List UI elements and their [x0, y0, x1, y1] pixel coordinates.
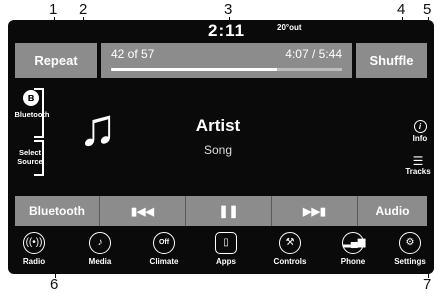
nav-media[interactable]: ♪ Media [70, 232, 130, 266]
info-icon: i [413, 120, 427, 133]
callout-4: 4 [397, 1, 406, 18]
nav-settings[interactable]: ⚙ Settings [380, 232, 434, 266]
song-title: Song [203, 143, 233, 157]
settings-icon: ⚙ [399, 232, 421, 254]
callout-1: 1 [49, 1, 58, 18]
nav-apps-label: Apps [216, 257, 236, 266]
outside-temperature: 20°out [277, 23, 302, 32]
transport-bar: Bluetooth ▮◀◀ ❚❚ ▶▶▮ Audio [15, 196, 427, 226]
clock: 2:11 [208, 21, 246, 40]
info-label: Info [412, 134, 428, 143]
nav-controls[interactable]: ⚒ Controls [260, 232, 320, 266]
callout-6: 6 [50, 276, 59, 293]
media-icon: ♪ [89, 232, 111, 254]
track-time: 4:07 / 5:44 [285, 47, 342, 61]
audio-label: Audio [375, 204, 410, 218]
callout-3: 3 [224, 1, 233, 18]
pause-button[interactable]: ❚❚ [186, 196, 272, 226]
tracks-button[interactable]: ☰ Tracks [403, 155, 433, 176]
shuffle-button[interactable]: Shuffle [356, 43, 427, 78]
climate-icon: Off [153, 232, 175, 254]
callout-5: 5 [423, 1, 432, 18]
infotainment-screen: 2:11 20°out Repeat 42 of 57 4:07 / 5:44 … [8, 20, 434, 274]
nav-radio[interactable]: ((•)) Radio [8, 232, 64, 266]
previous-icon: ▮◀◀ [131, 205, 154, 218]
track-progress-area[interactable]: 42 of 57 4:07 / 5:44 [101, 43, 352, 78]
controls-icon: ⚒ [279, 232, 301, 254]
previous-track-button[interactable]: ▮◀◀ [100, 196, 186, 226]
progress-bar[interactable] [111, 68, 342, 71]
bluetooth-audio-label: Bluetooth [29, 204, 85, 218]
info-button[interactable]: i Info [406, 120, 434, 143]
select-source-bracket [34, 140, 44, 176]
artist-name: Artist [195, 116, 241, 135]
audio-button[interactable]: Audio [358, 196, 427, 226]
bottom-nav: ((•)) Radio ♪ Media Off Climate ▯ Apps ⚒… [8, 232, 434, 274]
nav-radio-label: Radio [22, 257, 46, 266]
bluetooth-source-label[interactable]: Bluetooth [14, 110, 50, 119]
pause-icon: ❚❚ [218, 204, 239, 218]
music-note-icon: ♫ [78, 99, 117, 157]
repeat-label: Repeat [34, 53, 78, 68]
nav-settings-label: Settings [394, 257, 426, 266]
source-bracket [34, 88, 44, 138]
track-position: 42 of 57 [111, 47, 155, 61]
progress-bar-fill [111, 68, 278, 71]
nav-climate-label: Climate [149, 257, 179, 266]
apps-icon: ▯ [215, 232, 237, 254]
tracks-list-icon: ☰ [412, 154, 424, 168]
callout-2: 2 [79, 1, 88, 18]
nav-phone[interactable]: ▂▄▆ Phone [323, 232, 383, 266]
repeat-button[interactable]: Repeat [15, 43, 97, 78]
nav-apps[interactable]: ▯ Apps [196, 232, 256, 266]
nav-climate[interactable]: Off Climate [134, 232, 194, 266]
bluetooth-audio-button[interactable]: Bluetooth [15, 196, 100, 226]
callout-7: 7 [423, 276, 432, 293]
radio-icon: ((•)) [23, 232, 45, 254]
next-track-button[interactable]: ▶▶▮ [272, 196, 358, 226]
next-icon: ▶▶▮ [303, 205, 326, 218]
nav-controls-label: Controls [273, 257, 307, 266]
phone-icon: ▂▄▆ [342, 232, 365, 254]
tracks-label: Tracks [405, 167, 431, 176]
nav-media-label: Media [88, 257, 112, 266]
nav-phone-label: Phone [340, 257, 366, 266]
shuffle-label: Shuffle [369, 53, 414, 68]
